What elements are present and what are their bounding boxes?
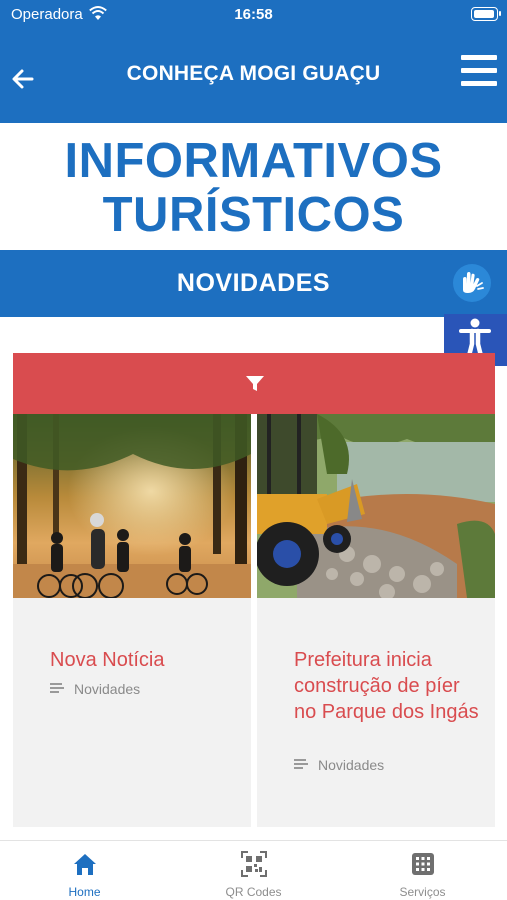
sign-language-hands-icon xyxy=(453,264,491,302)
category-lines-icon xyxy=(50,683,64,695)
tab-qr-codes[interactable]: QR Codes xyxy=(169,841,338,900)
news-card[interactable]: Nova Notícia Novidades xyxy=(13,414,251,827)
tab-servicos[interactable]: Serviços xyxy=(338,841,507,900)
status-bar: Operadora 16:58 xyxy=(0,0,507,30)
category-lines-icon xyxy=(294,759,308,771)
page-title-line2: TURÍSTICOS xyxy=(102,188,405,242)
hamburger-menu-icon[interactable] xyxy=(461,55,497,87)
filter-icon xyxy=(246,376,264,391)
home-icon xyxy=(73,854,96,875)
news-card-image xyxy=(257,414,495,598)
news-card-category: Novidades xyxy=(294,757,384,773)
tab-home[interactable]: Home xyxy=(0,841,169,900)
news-card[interactable]: Prefeitura inicia construção de píer no … xyxy=(257,414,495,827)
news-card-category: Novidades xyxy=(50,681,140,697)
page-title-line1: INFORMATIVOS xyxy=(64,134,443,188)
news-card-category-label: Novidades xyxy=(74,681,141,697)
bottom-tab-bar: Home QR Codes Serviços xyxy=(0,840,507,900)
section-banner: NOVIDADES xyxy=(0,250,507,317)
page-title: INFORMATIVOS TURÍSTICOS xyxy=(0,134,507,242)
sign-language-button[interactable] xyxy=(444,254,507,314)
filter-bar[interactable] xyxy=(13,353,495,414)
section-label: NOVIDADES xyxy=(176,269,331,297)
battery-icon xyxy=(471,7,501,21)
qr-code-icon xyxy=(240,851,267,877)
news-card-title[interactable]: Nova Notícia xyxy=(50,647,241,673)
tab-servicos-label: Serviços xyxy=(399,885,446,899)
grid-icon xyxy=(411,853,434,875)
news-card-title[interactable]: Prefeitura inicia construção de píer no … xyxy=(294,647,485,725)
news-card-image xyxy=(13,414,251,598)
tab-home-label: Home xyxy=(68,885,101,899)
clock: 16:58 xyxy=(234,6,273,23)
news-card-category-label: Novidades xyxy=(318,757,385,773)
app-title: CONHEÇA MOGI GUAÇU xyxy=(126,62,381,85)
app-header: Operadora 16:58 CONHEÇA MOGI GUAÇU xyxy=(0,0,507,123)
tab-qr-codes-label: QR Codes xyxy=(225,885,282,899)
